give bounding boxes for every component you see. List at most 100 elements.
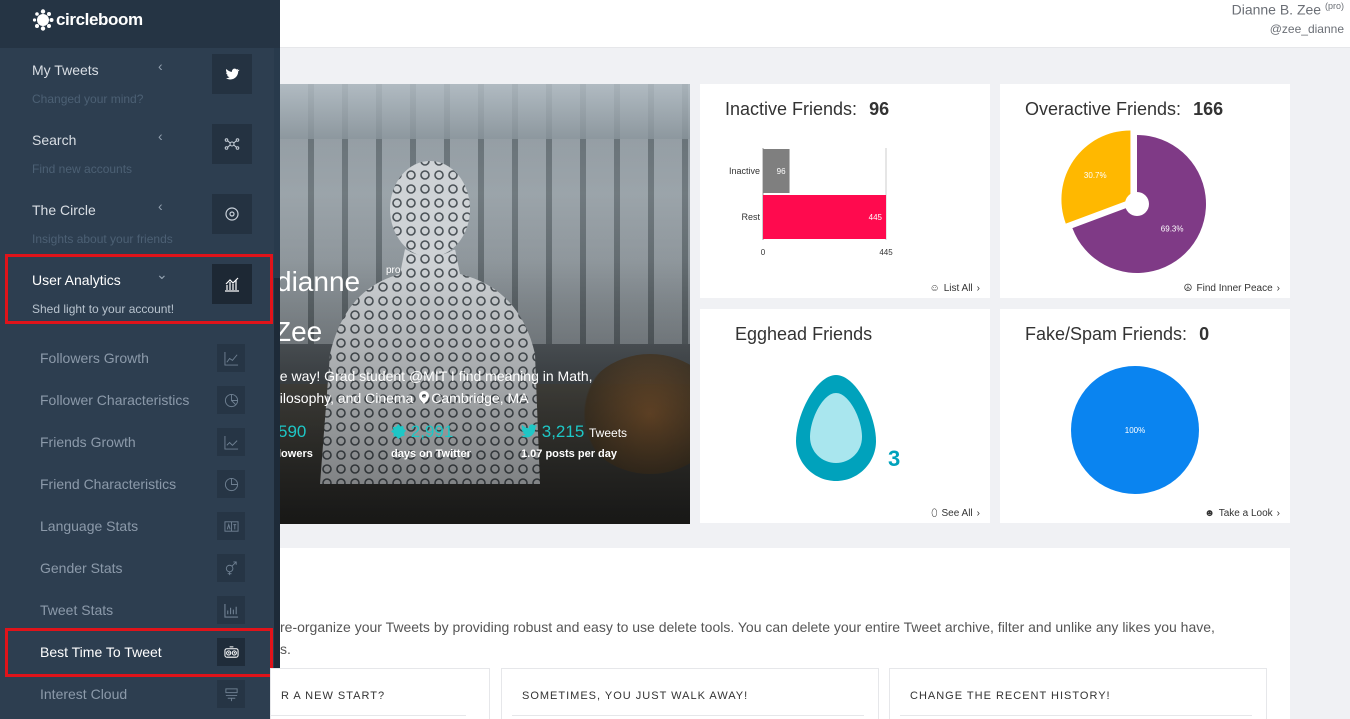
see-all-link[interactable]: ⬯ See All › [931,508,980,519]
section-subtitle: Changed your mind? [32,92,144,106]
user-name[interactable]: Dianne B. Zee (pro) [1232,1,1344,18]
egg-icon [796,375,876,481]
days-value: 2,991 [410,422,454,441]
days-label: days on Twitter [391,448,471,460]
list-all-link[interactable]: ☺ List All › [930,283,980,294]
user-handle[interactable]: @zee_dianne [1270,22,1344,36]
option-card-walk-away[interactable]: SOMETIMES, YOU JUST WALK AWAY! [501,668,879,719]
chevron-left-icon: ‹ [158,198,163,214]
section-title: The Circle [32,202,96,218]
image-shade [280,84,690,524]
bio-line-2: hilosophy, and Cinema Cambridge, MA [280,390,529,406]
slice-label: 100% [1125,426,1145,435]
section-subtitle: Find new accounts [32,162,133,176]
tweets-unit: Tweets [589,426,628,440]
sidebar-item-label: Tweet Stats [40,602,114,618]
tweets-value: 3,215 [541,422,585,441]
category-label: Rest [741,212,760,222]
profile-bio: he way! Grad student @MIT I find meaning… [280,365,632,409]
profile-location: Cambridge, MA [431,390,529,406]
divider [900,715,1252,716]
sidebar-item-follower-characteristics[interactable]: Follower Characteristics [0,382,272,424]
section-subtitle: Insights about your friends [32,232,173,246]
sidebar-item-tweet-stats[interactable]: Tweet Stats [0,592,272,634]
sidebar-item-label: Best Time To Tweet [40,644,162,660]
twitter-icon [521,424,537,438]
option-title: SOMETIMES, YOU JUST WALK AWAY! [522,690,749,702]
card-fake-spam-friends: Fake/Spam Friends: 0 100% ☻ Take a Look › [1000,309,1290,523]
profile-card: dianne pro Zee he way! Grad student @MIT… [280,84,690,524]
badge-star-icon [391,424,406,439]
card-title: Egghead Friends [735,324,873,344]
gender-icon [217,554,245,582]
card-title: Overactive Friends: 166 [1025,99,1224,119]
tweet-delete-panel: re-organize your Tweets by providing rob… [270,548,1290,719]
tweets-label: 1.07 posts per day [521,448,617,460]
logo[interactable]: circleboom [0,0,280,48]
clock-icon [217,638,245,666]
overactive-pie-chart: 30.7% 69.3% [1061,130,1206,273]
sidebar-item-best-time-to-tweet[interactable]: Best Time To Tweet [0,634,272,676]
fakespam-count: 0 [1199,324,1210,344]
option-card-recent-history[interactable]: CHANGE THE RECENT HISTORY! [889,668,1267,719]
sidebar: circleboom My Tweets ‹ Changed your mind… [0,0,280,719]
sidebar-item-label: Follower Characteristics [40,392,190,408]
followers-value: 590 [280,422,307,441]
tick-label: 0 [761,248,766,257]
sidebar-item-followers-growth[interactable]: Followers Growth [0,340,272,382]
sidebar-item-label: Friends Growth [40,434,136,450]
sidebar-section-the-circle[interactable]: The Circle ‹ Insights about your friends [0,194,272,264]
sidebar-section-my-tweets[interactable]: My Tweets ‹ Changed your mind? [0,54,272,124]
section-subtitle: Shed light to your account! [32,302,175,316]
sidebar-item-label: Followers Growth [40,350,149,366]
inactive-count: 96 [869,99,890,119]
bar-chart-icon [217,596,245,624]
area-chart-icon [217,344,245,372]
panel-description: re-organize your Tweets by providing rob… [280,616,1250,660]
language-icon [217,512,245,540]
sidebar-section-search[interactable]: Search ‹ Find new accounts [0,124,272,194]
egg-small-icon: ⬯ [931,508,938,519]
card-title: Fake/Spam Friends: 0 [1025,324,1210,344]
sidebar-item-friend-characteristics[interactable]: Friend Characteristics [0,466,272,508]
card-egghead-friends: Egghead Friends 3 ⬯ See All › [700,309,990,523]
pie-center [1125,192,1149,216]
peace-icon: ☮ [1183,283,1193,294]
sidebar-section-user-analytics[interactable]: User Analytics ⌄ Shed light to your acco… [0,264,272,334]
target-icon [212,194,252,234]
analytics-icon [212,264,252,304]
profile-name-last: Zee [280,316,323,347]
bio-line: he way! Grad student @MIT I find meaning… [280,368,593,384]
pro-badge: (pro) [1324,1,1344,11]
circleboom-logo-icon [32,9,54,31]
option-title: CHANGE THE RECENT HISTORY! [910,690,1111,702]
description-line: re-organize your Tweets by providing rob… [280,619,1215,635]
category-label: Inactive [729,166,760,176]
sidebar-item-gender-stats[interactable]: Gender Stats [0,550,272,592]
tick-label: 445 [879,248,893,257]
data-label: 445 [869,213,883,222]
take-a-look-link[interactable]: ☻ Take a Look › [1204,508,1280,519]
brand-name: circleboom [56,10,143,29]
twitter-icon [212,54,252,94]
sidebar-item-language-stats[interactable]: Language Stats [0,508,272,550]
pie-chart-icon [217,386,245,414]
sidebar-item-friends-growth[interactable]: Friends Growth [0,424,272,466]
inactive-bar-chart: Inactive 96 Rest 445 0 445 [729,148,893,257]
option-card-new-start[interactable]: R A NEW START? [270,668,490,719]
chevron-right-icon: › [976,283,980,294]
option-title: R A NEW START? [281,690,386,702]
section-title: Search [32,132,77,148]
chevron-left-icon: ‹ [158,58,163,74]
robot-icon: ☻ [1204,508,1215,519]
card-inactive-friends: Inactive Friends: 96 Inactive 96 Rest 445 0 44… [700,84,990,298]
sidebar-item-interest-cloud[interactable]: Interest Cloud [0,676,272,718]
chevron-right-icon: › [976,508,980,519]
divider [512,715,864,716]
find-inner-peace-link[interactable]: ☮ Find Inner Peace › [1184,283,1280,294]
location-pin-icon [419,391,430,404]
stat-tweets: 3,215 Tweets 1.07 posts per day [521,422,627,460]
area-chart-icon [217,428,245,456]
data-label: 96 [777,167,786,176]
fakespam-pie-chart: 100% [1071,366,1199,494]
